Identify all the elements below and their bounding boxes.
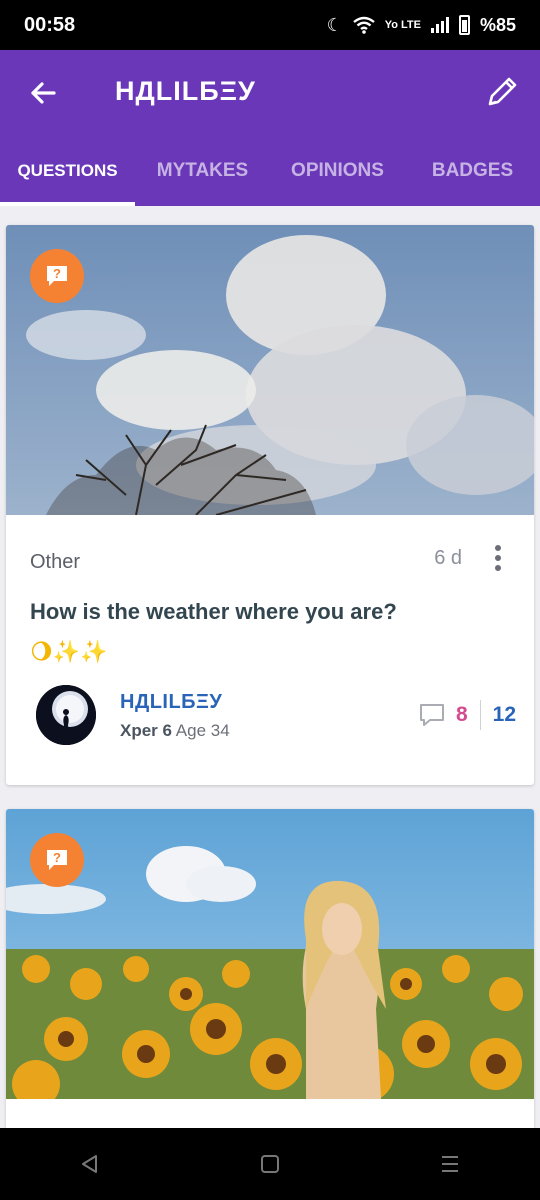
tab-questions[interactable]: QUESTIONS (0, 136, 135, 206)
question-category[interactable]: Other (30, 551, 80, 574)
status-time: 00:58 (24, 13, 76, 36)
author-row: НДLILБΞУ Xper 6 Age 34 8 12 (36, 685, 516, 749)
comment-icon (419, 704, 444, 726)
question-icon: ? (47, 850, 67, 870)
question-feed[interactable]: ? Other 6 d How is the weather where you… (0, 206, 540, 1128)
signal-icon (430, 17, 449, 33)
triangle-back-icon (82, 1155, 97, 1173)
card-image[interactable] (6, 225, 534, 515)
wifi-icon (352, 16, 375, 34)
menu-lines-icon (442, 1156, 458, 1172)
moon-icon: ☾ (326, 14, 343, 35)
question-title[interactable]: How is the weather where you are? (30, 599, 510, 625)
pencil-icon[interactable] (484, 74, 520, 110)
status-bar: 00:58 ☾ Yo LTE %85 (0, 0, 540, 50)
author-age: Age 34 (175, 721, 230, 740)
status-icons: ☾ Yo LTE %85 (327, 15, 516, 36)
author-meta: Xper 6 Age 34 (120, 721, 230, 741)
question-stats[interactable]: 8 12 (418, 699, 516, 731)
question-type-badge: ? (30, 249, 84, 303)
author-name[interactable]: НДLILБΞУ (120, 691, 222, 714)
question-age: 6 d (434, 547, 462, 569)
svg-text:?: ? (53, 266, 61, 281)
nav-recents-button[interactable] (430, 1144, 470, 1184)
more-options-icon[interactable] (486, 543, 510, 573)
question-card[interactable]: ? Other 6 d How is the weather where you… (6, 225, 534, 785)
page-title: НДLILБΞУ (115, 76, 256, 106)
card-image[interactable] (6, 809, 534, 1099)
nav-back-button[interactable] (70, 1144, 110, 1184)
battery-icon (458, 15, 470, 35)
avatar[interactable] (36, 685, 96, 745)
tab-opinions[interactable]: OPINIONS (270, 136, 405, 206)
question-description: 🌖✨✨ (30, 639, 108, 664)
square-home-icon (261, 1155, 279, 1173)
nav-home-button[interactable] (250, 1144, 290, 1184)
back-arrow-icon[interactable] (26, 76, 60, 110)
tab-mytakes[interactable]: MYTAKES (135, 136, 270, 206)
svg-text:?: ? (53, 850, 61, 865)
comment-count: 8 (455, 703, 468, 726)
stat-divider (479, 700, 481, 730)
question-card[interactable]: ? (6, 809, 534, 1128)
network-label: Yo LTE (384, 19, 421, 31)
app-bar: НДLILБΞУ QUESTIONS MYTAKES OPINIONS BADG… (0, 50, 540, 206)
battery-level: %85 (479, 14, 516, 35)
question-type-badge: ? (30, 833, 84, 887)
tab-badges[interactable]: BADGES (405, 136, 540, 206)
system-nav-bar (0, 1128, 540, 1200)
tab-bar: QUESTIONS MYTAKES OPINIONS BADGES (0, 136, 540, 206)
opinion-count: 12 (492, 703, 516, 726)
author-level: Xper 6 (120, 721, 172, 740)
question-icon: ? (47, 266, 67, 286)
